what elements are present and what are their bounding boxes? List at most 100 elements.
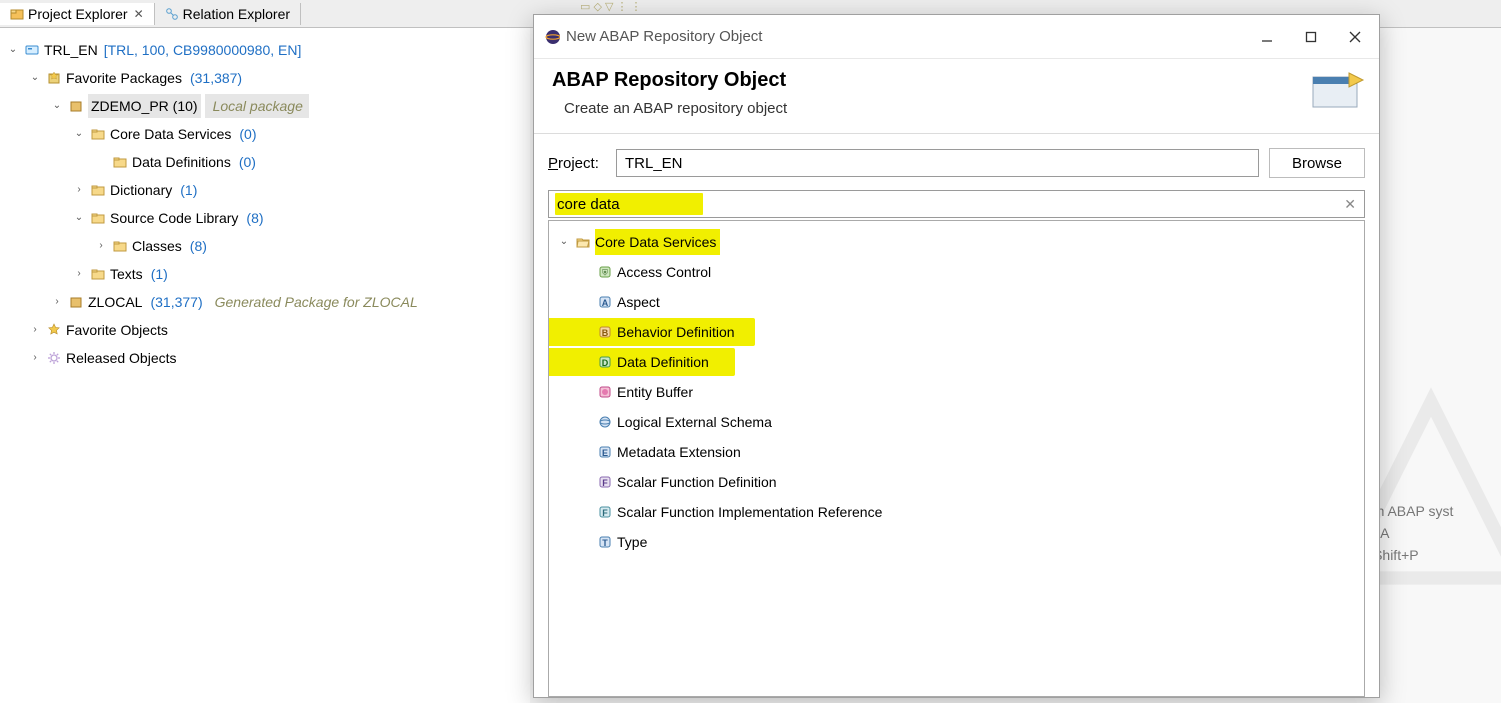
tree-count: (8) — [246, 206, 263, 230]
folder-icon — [90, 126, 106, 142]
result-item-label: Type — [617, 529, 647, 555]
result-item-access-control[interactable]: ⛨ Access Control — [549, 257, 1364, 287]
hint-line: ift+A — [1361, 522, 1501, 544]
result-category-label: Core Data Services — [595, 229, 720, 255]
tree-count: (0) — [239, 150, 256, 174]
tree-label: ZLOCAL — [88, 290, 142, 314]
tree-count: (0) — [239, 122, 256, 146]
metadata-ext-icon: E — [597, 444, 613, 460]
tab-relation-explorer[interactable]: Relation Explorer — [155, 3, 301, 25]
folder-open-icon — [575, 234, 591, 250]
project-input[interactable] — [616, 149, 1259, 177]
result-item-data-definition[interactable]: D Data Definition — [549, 347, 1364, 377]
background-hints: t an ABAP syst ift+A t+Shift+P — [1361, 500, 1501, 566]
tree-count: (1) — [151, 262, 168, 286]
tree-label: TRL_EN — [44, 38, 98, 62]
folder-icon — [90, 266, 106, 282]
tree-label: Released Objects — [66, 346, 177, 370]
tree-desc: Local package — [205, 94, 309, 118]
result-item-label: Data Definition — [617, 349, 709, 375]
tree-released-objects[interactable]: › Released Objects — [0, 344, 530, 372]
minimize-button[interactable] — [1245, 19, 1289, 55]
tree-count: (31,387) — [190, 66, 242, 90]
result-item-aspect[interactable]: A Aspect — [549, 287, 1364, 317]
chevron-down-icon[interactable]: ⌄ — [557, 229, 571, 255]
tree-count: (1) — [180, 178, 197, 202]
filter-input[interactable] — [557, 196, 1344, 213]
result-item-logical-ext-schema[interactable]: Logical External Schema — [549, 407, 1364, 437]
chevron-right-icon[interactable]: › — [28, 318, 42, 342]
aspect-icon: A — [597, 294, 613, 310]
svg-text:F: F — [602, 478, 608, 488]
entity-buffer-icon — [597, 384, 613, 400]
chevron-right-icon[interactable]: › — [72, 178, 86, 202]
chevron-right-icon[interactable]: › — [94, 234, 108, 258]
chevron-down-icon[interactable]: ⌄ — [28, 66, 42, 90]
schema-icon — [597, 414, 613, 430]
scalar-fn-impl-icon: F — [597, 504, 613, 520]
close-icon[interactable]: ✕ — [134, 7, 144, 21]
result-item-label: Entity Buffer — [617, 379, 693, 405]
result-item-entity-buffer[interactable]: Entity Buffer — [549, 377, 1364, 407]
tree-source-code-library[interactable]: ⌄ Source Code Library (8) — [0, 204, 530, 232]
dialog-body: Project: Browse ✕ ⌄ Core Data Services ⛨… — [534, 134, 1379, 697]
dialog-title: ABAP Repository Object — [552, 69, 1361, 92]
result-item-label: Metadata Extension — [617, 439, 741, 465]
hint-line: t+Shift+P — [1361, 544, 1501, 566]
tree-count: (8) — [190, 234, 207, 258]
tree-data-def[interactable]: Data Definitions (0) — [0, 148, 530, 176]
tree-label: Source Code Library — [110, 206, 238, 230]
folder-icon — [90, 182, 106, 198]
svg-text:D: D — [602, 358, 609, 368]
dialog-window-title: New ABAP Repository Object — [566, 28, 1245, 45]
tree-label: Data Definitions — [132, 150, 231, 174]
chevron-down-icon[interactable]: ⌄ — [72, 206, 86, 230]
browse-button[interactable]: Browse — [1269, 148, 1365, 178]
result-item-metadata-ext[interactable]: E Metadata Extension — [549, 437, 1364, 467]
package-fav-icon — [46, 70, 62, 86]
tree-label: Texts — [110, 262, 143, 286]
tree-classes[interactable]: › Classes (8) — [0, 232, 530, 260]
tree-desc: Generated Package for ZLOCAL — [215, 290, 418, 314]
object-type-tree[interactable]: ⌄ Core Data Services ⛨ Access Control A … — [548, 220, 1365, 697]
tree-label: Classes — [132, 234, 182, 258]
result-item-scalar-fn-def[interactable]: F Scalar Function Definition — [549, 467, 1364, 497]
tab-project-explorer[interactable]: Project Explorer ✕ — [0, 3, 155, 25]
dialog-titlebar[interactable]: New ABAP Repository Object — [534, 15, 1379, 59]
tree-dictionary[interactable]: › Dictionary (1) — [0, 176, 530, 204]
dialog-header: ABAP Repository Object Create an ABAP re… — [534, 59, 1379, 134]
result-item-label: Behavior Definition — [617, 319, 735, 345]
new-abap-object-dialog: New ABAP Repository Object ABAP Reposito… — [533, 14, 1380, 698]
tree-fav-objects[interactable]: › Favorite Objects — [0, 316, 530, 344]
close-button[interactable] — [1333, 19, 1377, 55]
tree-zdemo[interactable]: ⌄ ZDEMO_PR (10) Local package — [0, 92, 530, 120]
tree-system-node[interactable]: ⌄ TRL_EN [TRL, 100, CB9980000980, EN] — [0, 36, 530, 64]
chevron-right-icon[interactable]: › — [50, 290, 64, 314]
maximize-button[interactable] — [1289, 19, 1333, 55]
result-item-label: Access Control — [617, 259, 711, 285]
tree-fav-packages[interactable]: ⌄ Favorite Packages (31,387) — [0, 64, 530, 92]
result-item-behavior-definition[interactable]: B Behavior Definition — [549, 317, 1364, 347]
result-item-label: Scalar Function Implementation Reference — [617, 499, 882, 525]
chevron-right-icon[interactable]: › — [28, 346, 42, 370]
chevron-down-icon[interactable]: ⌄ — [50, 94, 64, 118]
result-item-label: Scalar Function Definition — [617, 469, 777, 495]
result-item-scalar-fn-impl-ref[interactable]: F Scalar Function Implementation Referen… — [549, 497, 1364, 527]
result-category[interactable]: ⌄ Core Data Services — [549, 227, 1364, 257]
clear-filter-icon[interactable]: ✕ — [1344, 196, 1356, 213]
folder-icon — [90, 210, 106, 226]
tree-label: ZDEMO_PR (10) — [88, 94, 201, 118]
tree-cds[interactable]: ⌄ Core Data Services (0) — [0, 120, 530, 148]
star-icon — [46, 322, 62, 338]
chevron-down-icon[interactable]: ⌄ — [72, 122, 86, 146]
project-explorer-icon — [10, 7, 24, 21]
access-control-icon: ⛨ — [597, 264, 613, 280]
result-item-label: Logical External Schema — [617, 409, 772, 435]
tree-zlocal[interactable]: › ZLOCAL (31,377) Generated Package for … — [0, 288, 530, 316]
type-icon: T — [597, 534, 613, 550]
chevron-right-icon[interactable]: › — [72, 262, 86, 286]
chevron-down-icon[interactable]: ⌄ — [6, 38, 20, 62]
tree-texts[interactable]: › Texts (1) — [0, 260, 530, 288]
tree-count: (31,377) — [150, 290, 202, 314]
result-item-type[interactable]: T Type — [549, 527, 1364, 557]
